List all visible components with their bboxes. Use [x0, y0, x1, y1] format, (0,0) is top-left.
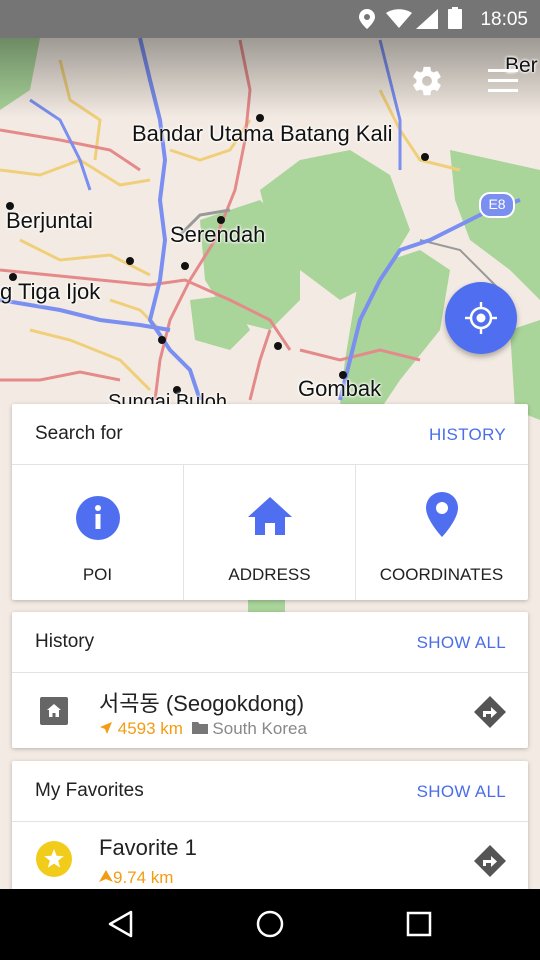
hamburger-menu-icon[interactable] — [486, 66, 520, 96]
directions-icon[interactable] — [473, 844, 507, 878]
history-item[interactable]: 서곡동 (Seogokdong) 4593 km South Korea — [12, 673, 528, 748]
search-coordinates-button[interactable]: COORDINATES — [356, 465, 527, 600]
navigation-bar — [0, 889, 540, 960]
search-card-title: Search for — [35, 423, 123, 444]
address-type-icon — [40, 697, 68, 725]
favorites-card: My Favorites SHOW ALL Favorite 1 9.74 km — [12, 761, 528, 901]
search-card: Search for HISTORY POI ADDRESS COORDINAT… — [12, 404, 528, 600]
home-button-icon[interactable] — [255, 909, 285, 939]
map-label-berjuntai: Berjuntai — [6, 208, 93, 233]
history-item-meta: 4593 km South Korea — [99, 719, 307, 739]
status-bar: 18:05 — [0, 0, 540, 38]
map-label-gombak: Gombak — [298, 376, 382, 401]
history-button[interactable]: HISTORY — [429, 425, 506, 445]
map-top-gradient — [0, 38, 540, 118]
history-item-location: South Korea — [212, 719, 307, 738]
favorites-show-all-button[interactable]: SHOW ALL — [417, 782, 506, 802]
favorite-item-meta: 9.74 km — [99, 868, 173, 888]
favorites-card-title: My Favorites — [35, 780, 144, 801]
history-item-name: 서곡동 (Seogokdong) — [99, 691, 305, 716]
e8-highway-label: E8 — [488, 196, 506, 212]
star-icon — [36, 841, 72, 877]
favorite-item[interactable]: Favorite 1 9.74 km — [12, 822, 528, 897]
map-label-tiga-ijok: g Tiga Ijok — [0, 279, 101, 304]
history-item-distance: 4593 km — [117, 719, 183, 738]
search-poi-button[interactable]: POI — [12, 465, 183, 600]
status-time: 18:05 — [480, 9, 528, 30]
crosshair-icon — [465, 302, 497, 334]
battery-icon — [448, 7, 462, 29]
signal-icon — [416, 9, 438, 29]
map-label-serendah: Serendah — [170, 222, 266, 247]
navigation-arrow-icon — [100, 722, 112, 734]
history-card-header: History SHOW ALL — [12, 612, 528, 673]
favorite-item-name: Favorite 1 — [99, 835, 197, 860]
folder-icon — [191, 722, 208, 734]
directions-icon[interactable] — [473, 695, 507, 729]
address-label: ADDRESS — [228, 565, 311, 584]
recent-apps-icon[interactable] — [405, 910, 433, 938]
map-label-bandar-utama: Bandar Utama Batang Kali — [132, 121, 393, 146]
coordinates-label: COORDINATES — [379, 565, 504, 584]
history-card: History SHOW ALL 서곡동 (Seogokdong) 4593 k… — [12, 612, 528, 748]
location-icon — [359, 9, 375, 29]
favorite-item-distance: 9.74 km — [113, 868, 174, 887]
back-icon[interactable] — [106, 909, 136, 939]
poi-label: POI — [82, 565, 113, 584]
navigation-arrow-icon — [99, 870, 113, 882]
search-address-button[interactable]: ADDRESS — [184, 465, 355, 600]
favorites-card-header: My Favorites SHOW ALL — [12, 761, 528, 822]
wifi-icon — [386, 9, 412, 28]
search-card-header: Search for HISTORY — [12, 404, 528, 465]
locate-me-button[interactable] — [445, 282, 517, 354]
history-show-all-button[interactable]: SHOW ALL — [417, 633, 506, 653]
location-pin-icon — [425, 492, 458, 537]
home-icon — [247, 497, 292, 535]
info-icon — [75, 496, 120, 540]
gear-icon[interactable] — [410, 64, 444, 98]
history-card-title: History — [35, 631, 95, 652]
